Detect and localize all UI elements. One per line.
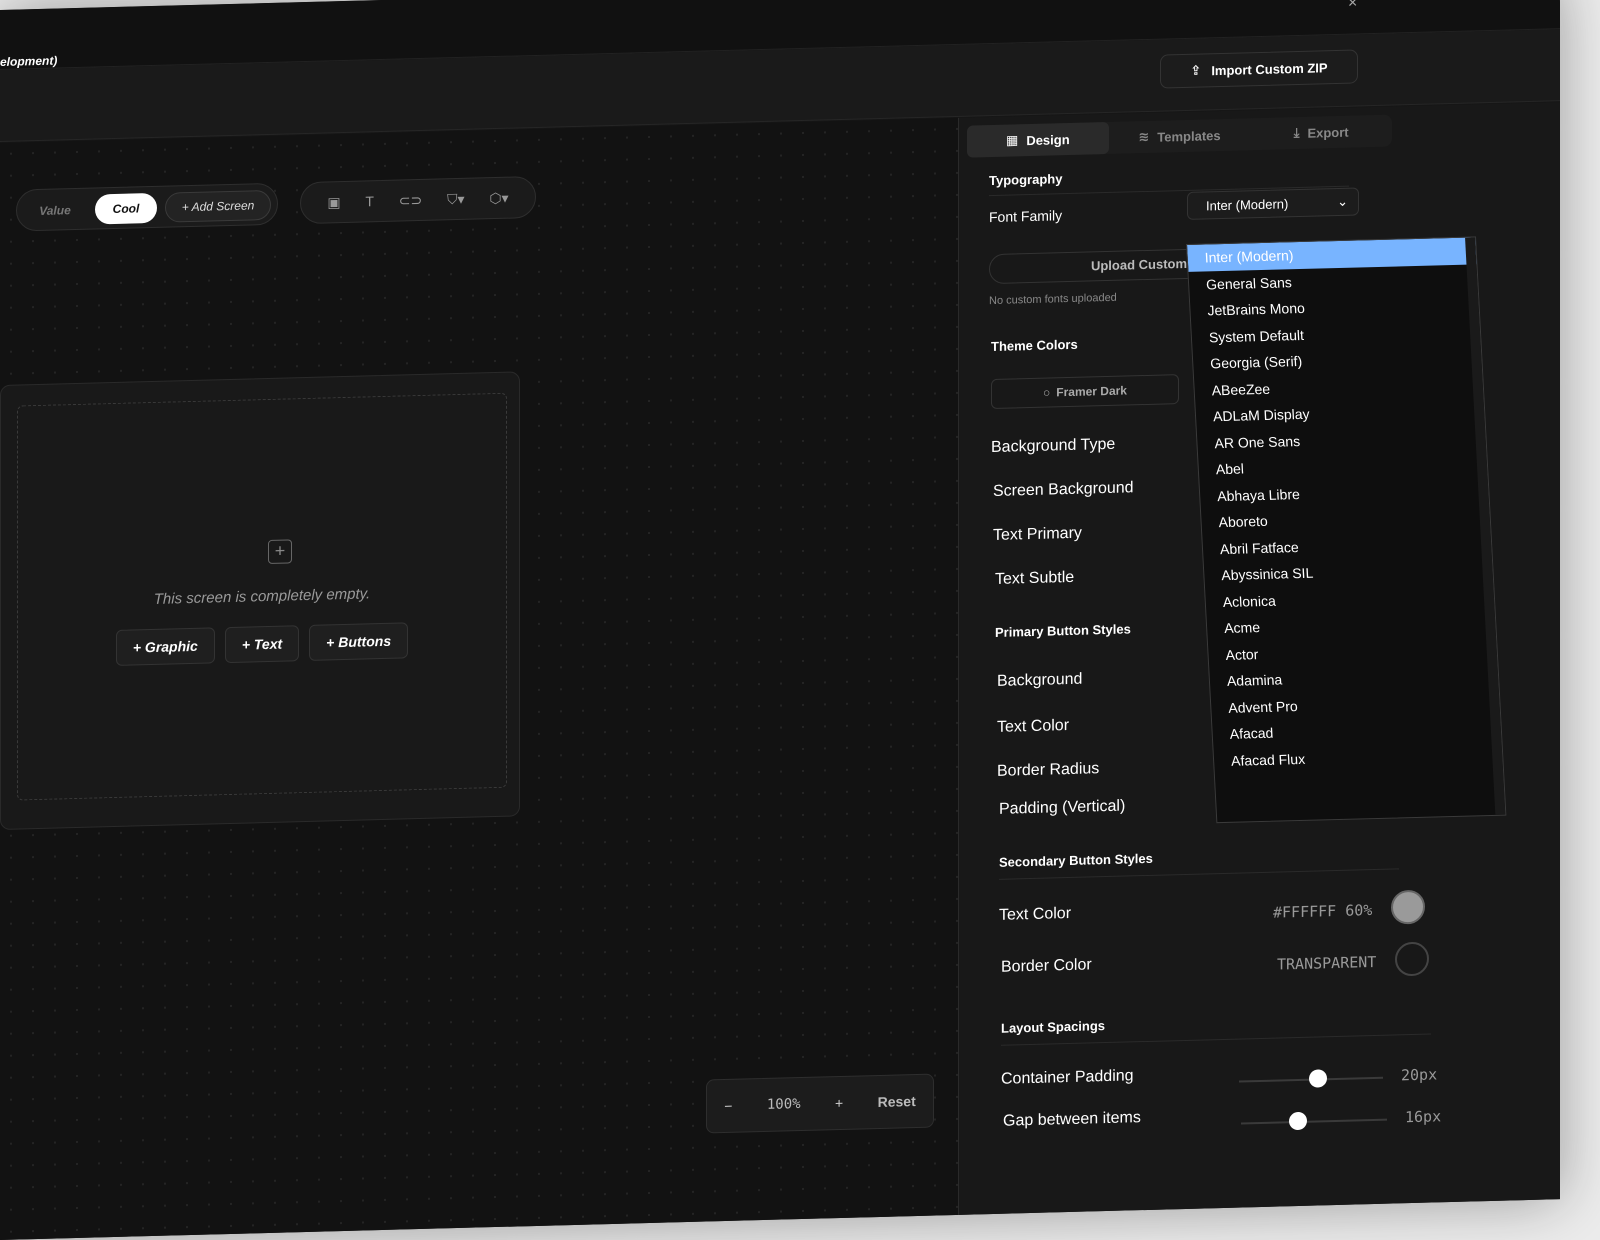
container-padding-value: 20px [1401,1065,1438,1085]
tab-templates[interactable]: ≋ Templates [1109,118,1251,154]
border-color-label: Border Color [1001,956,1092,976]
container-padding-label: Container Padding [1001,1067,1134,1088]
window-title: elopment) [0,53,58,69]
secondary-text-color-value: #FFFFFF 60% [1273,901,1373,922]
gap-label: Gap between items [1003,1109,1141,1130]
font-family-value: Inter (Modern) [1206,195,1289,213]
element-toolbar: ▣ T ⊂⊃ ⛉▾ ⬡▾ [300,175,536,225]
canvas-area[interactable]: Value Cool + Add Screen ▣ T ⊂⊃ ⛉▾ ⬡▾ + T… [0,117,958,1240]
add-text-button[interactable]: + Text [224,625,300,664]
layout-spacings-title: Layout Spacings [1001,1018,1106,1036]
screen-toolbar: Value Cool + Add Screen [16,182,278,232]
background-type-label: Background Type [991,435,1116,457]
secondary-text-color-label: Text Color [999,904,1072,924]
secondary-button-styles-title: Secondary Button Styles [999,850,1153,870]
padding-vertical-label: Padding (Vertical) [999,797,1126,818]
add-buttons-button[interactable]: + Buttons [309,622,409,661]
primary-text-color-label: Text Color [997,717,1070,736]
framer-dark-label: Framer Dark [1056,383,1127,400]
tab-design[interactable]: ▦ Design [967,121,1109,158]
text-icon[interactable]: T [365,193,374,209]
zoom-in-button[interactable]: + [835,1095,843,1111]
text-primary-label: Text Primary [993,524,1082,544]
screen-tab-cool[interactable]: Cool [95,192,157,225]
close-icon[interactable]: × [1348,0,1357,13]
secondary-text-color-swatch[interactable] [1391,889,1425,925]
layers-icon: ≋ [1138,128,1150,145]
zoom-controls: − 100% + Reset [706,1073,934,1134]
screen-tab-value[interactable]: Value [25,195,85,227]
text-subtle-label: Text Subtle [995,568,1075,588]
circle-icon: ○ [1043,385,1051,400]
grid-icon: ▦ [1006,132,1019,148]
border-color-value: TRANSPARENT [1277,952,1377,974]
font-family-select[interactable]: Inter (Modern) ⌄ [1187,187,1359,220]
upload-icon: ⇪ [1190,62,1202,78]
font-family-dropdown: Inter (Modern) General Sans JetBrains Mono… [1186,236,1507,824]
chevron-down-icon: ⌄ [1337,193,1348,209]
no-fonts-text: No custom fonts uploaded [989,291,1117,308]
quick-add-buttons: + Graphic + Text + Buttons [18,620,506,669]
gap-value: 16px [1405,1107,1442,1127]
border-radius-label: Border Radius [997,760,1100,780]
plus-square-icon: + [268,539,292,564]
tab-design-label: Design [1026,131,1070,148]
empty-drop-zone[interactable]: + This screen is completely empty. + Gra… [17,392,507,801]
divider [999,868,1399,880]
empty-screen-text: This screen is completely empty. [153,585,371,608]
theme-colors-title: Theme Colors [991,336,1078,355]
download-icon: ⤓ [1293,124,1300,141]
import-zip-button[interactable]: ⇪ Import Custom ZIP [1160,49,1358,89]
tab-export[interactable]: ⤓ Export [1250,115,1392,151]
zoom-out-button[interactable]: − [724,1098,732,1114]
import-zip-label: Import Custom ZIP [1211,59,1328,78]
primary-background-label: Background [997,670,1083,690]
divider [1001,1033,1431,1046]
tab-export-label: Export [1307,124,1349,141]
screen-background-label: Screen Background [993,479,1134,500]
container-padding-thumb[interactable] [1309,1069,1327,1088]
zoom-reset-button[interactable]: Reset [878,1093,916,1110]
panel-tabs: ▦ Design ≋ Templates ⤓ Export [967,114,1392,158]
font-family-label: Font Family [989,207,1063,226]
primary-button-styles-title: Primary Button Styles [995,621,1131,640]
gap-slider-track[interactable] [1241,1118,1387,1125]
shape-icon[interactable]: ⬡▾ [489,189,508,207]
typography-title: Typography [989,171,1063,189]
image-icon[interactable]: ▣ [327,194,340,211]
button-icon[interactable]: ⊂⊃ [399,191,422,209]
zoom-level: 100% [766,1096,801,1113]
shield-icon[interactable]: ⛉▾ [447,190,465,207]
font-option-list: Inter (Modern) General Sans JetBrains Mono… [1187,237,1503,774]
screen-frame[interactable]: + This screen is completely empty. + Gra… [0,371,520,830]
tab-templates-label: Templates [1157,127,1221,145]
border-color-swatch[interactable] [1395,941,1429,977]
gap-slider-thumb[interactable] [1289,1111,1307,1131]
add-screen-button[interactable]: + Add Screen [165,189,271,223]
theme-framer-dark-button[interactable]: ○ Framer Dark [991,374,1179,410]
add-graphic-button[interactable]: + Graphic [115,627,215,666]
